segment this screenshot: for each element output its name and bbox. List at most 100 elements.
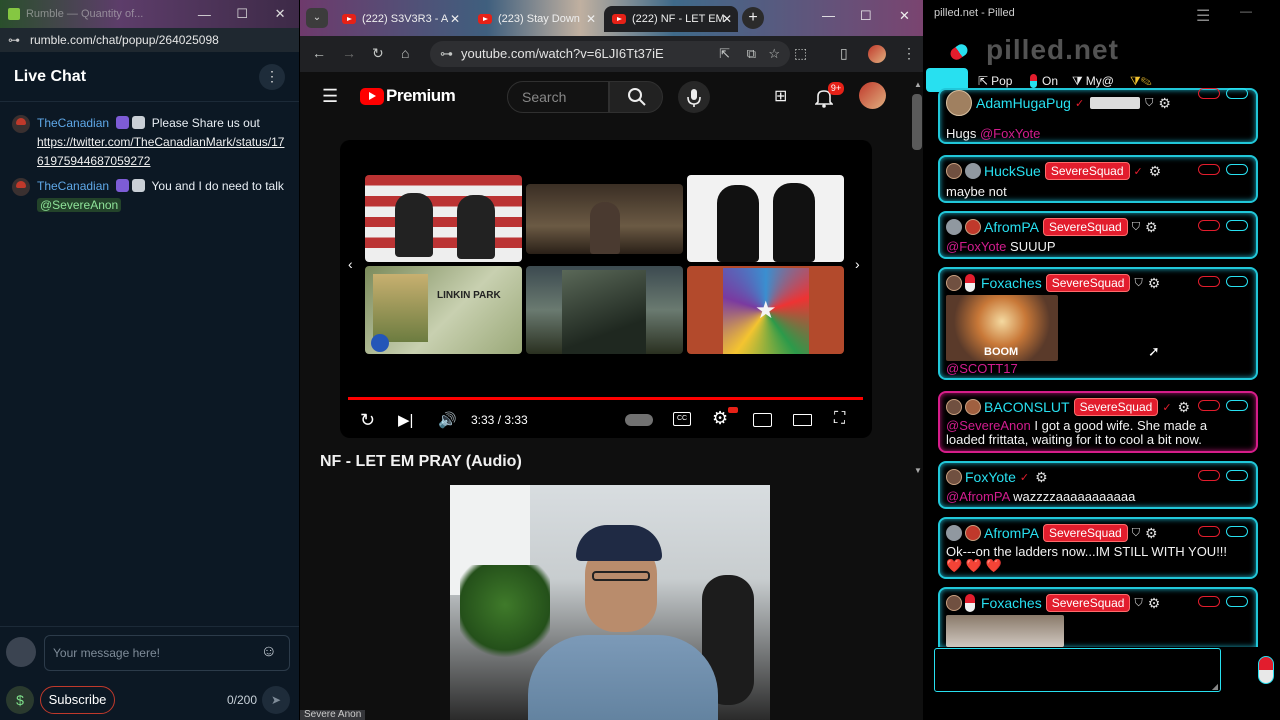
blue-pill-button[interactable] [1226, 470, 1248, 481]
username[interactable]: TheCanadian [37, 179, 109, 193]
close-button[interactable]: ✕ [261, 6, 299, 22]
close-tab-icon[interactable]: ✕ [586, 12, 596, 26]
maximize-button[interactable]: ☐ [223, 6, 261, 22]
account-avatar[interactable] [859, 82, 886, 109]
profile-avatar[interactable] [868, 45, 886, 63]
avatar[interactable] [12, 178, 30, 196]
blue-pill-button[interactable] [1226, 596, 1248, 607]
pilled-menu-icon[interactable]: ☰ [1196, 6, 1210, 26]
endscreen-thumbnail[interactable]: ★ [687, 266, 844, 354]
gear-icon[interactable]: ⚙ [1149, 163, 1162, 180]
avatar[interactable] [946, 469, 962, 485]
extensions-icon[interactable]: ⬚ [794, 45, 807, 62]
avatar[interactable] [965, 163, 981, 179]
next-video-icon[interactable]: ▶| [398, 411, 413, 429]
blue-pill-button[interactable] [1226, 400, 1248, 411]
video-player[interactable]: ‹ › LINKIN PARK ★ ↻ ▶| 🔊 3:33 / 3:33 CC … [340, 140, 872, 438]
open-in-app-icon[interactable]: ⇱ [719, 41, 730, 67]
red-pill-button[interactable] [1198, 400, 1220, 411]
pill-send-button[interactable] [1258, 656, 1274, 684]
cast-icon[interactable]: ⧉ [747, 41, 756, 67]
miniplayer-icon[interactable] [753, 413, 772, 427]
captions-icon[interactable]: CC [673, 412, 691, 426]
blue-pill-button[interactable] [1226, 526, 1248, 537]
tab[interactable]: (222) S3V3R3 - A ✕ [334, 6, 466, 32]
username[interactable]: BACONSLUT [984, 399, 1070, 415]
endscreen-thumbnail[interactable] [526, 266, 683, 354]
gear-icon[interactable]: ⚙ [1148, 595, 1161, 612]
emoji-icon[interactable]: ☺ [261, 643, 277, 661]
avatar[interactable] [946, 219, 962, 235]
autoplay-toggle[interactable] [625, 414, 653, 426]
avatar[interactable] [946, 275, 962, 291]
message-input[interactable]: Your message here! ☺ [44, 635, 290, 671]
chat-menu-button[interactable]: ⋮ [259, 63, 285, 90]
username[interactable]: Foxaches [981, 275, 1042, 291]
red-pill-button[interactable] [1198, 276, 1220, 287]
home-icon[interactable]: ⌂ [401, 45, 409, 61]
endscreen-thumbnail[interactable] [687, 175, 844, 262]
address-bar[interactable]: ⊶ youtube.com/watch?v=6LJI6Tt37iE ⇱ ⧉ ☆ [430, 41, 790, 67]
red-pill-button[interactable] [1198, 164, 1220, 175]
avatar[interactable] [965, 525, 981, 541]
mention[interactable]: @SevereAnon [37, 198, 122, 212]
tab-search-button[interactable]: ⌄ [306, 8, 328, 28]
gif-image[interactable] [946, 615, 1064, 647]
theater-mode-icon[interactable] [793, 414, 812, 426]
mention[interactable]: @SevereAnon [946, 418, 1031, 433]
replay-icon[interactable]: ↻ [360, 410, 375, 431]
red-pill-button[interactable] [1198, 88, 1220, 99]
gear-icon[interactable]: ⚙ [1158, 95, 1171, 112]
blue-pill-button[interactable] [1226, 164, 1248, 175]
progress-bar[interactable] [348, 397, 863, 400]
red-pill-button[interactable] [1198, 220, 1220, 231]
tab[interactable]: (223) Stay Down ✕ [470, 6, 602, 32]
hamburger-menu-icon[interactable]: ☰ [322, 86, 338, 107]
minimize-button[interactable]: — [822, 8, 835, 23]
username[interactable]: TheCanadian [37, 116, 109, 130]
avatar[interactable] [946, 90, 972, 116]
close-tab-icon[interactable]: ✕ [722, 12, 732, 26]
side-panel-icon[interactable]: ▯ [840, 45, 848, 62]
pilled-message-input[interactable]: ◢ [934, 648, 1221, 692]
gif-image[interactable]: BOOM [946, 295, 1058, 361]
endscreen-prev-icon[interactable]: ‹ [348, 256, 353, 272]
message-link[interactable]: https://twitter.com/TheCanadianMark/stat… [37, 135, 284, 168]
new-tab-button[interactable]: + [742, 7, 764, 29]
pill-avatar-icon[interactable] [965, 594, 975, 612]
blue-pill-button[interactable] [1226, 276, 1248, 287]
gear-icon[interactable]: ⚙ [1178, 399, 1191, 416]
gear-icon[interactable]: ⚙ [1145, 525, 1158, 542]
site-info-icon[interactable]: ⊶ [440, 41, 453, 67]
send-button[interactable]: ➤ [262, 686, 290, 714]
search-input[interactable]: Search [507, 81, 609, 113]
username[interactable]: HuckSue [984, 163, 1041, 179]
voice-search-button[interactable] [678, 81, 710, 113]
gear-icon[interactable]: ⚙ [1145, 219, 1158, 236]
minimize-button[interactable]: — [185, 7, 223, 22]
scroll-thumb[interactable] [912, 94, 922, 150]
mention[interactable]: @SCOTT17 [946, 361, 1018, 376]
avatar[interactable] [12, 115, 30, 133]
forward-icon[interactable]: → [342, 45, 356, 61]
rumble-urlbar[interactable]: ⊶ rumble.com/chat/popup/264025098 [0, 28, 299, 52]
chrome-menu-icon[interactable]: ⋮ [902, 45, 916, 62]
endscreen-thumbnail[interactable] [526, 184, 683, 254]
username[interactable]: AdamHugaPug [976, 95, 1071, 111]
red-pill-button[interactable] [1198, 470, 1220, 481]
avatar[interactable] [946, 525, 962, 541]
settings-gear-icon[interactable]: ⚙ [712, 408, 728, 429]
youtube-logo[interactable]: Premium [360, 86, 456, 106]
blue-pill-button[interactable] [1226, 88, 1248, 99]
avatar[interactable] [946, 399, 962, 415]
username[interactable]: AfromPA [984, 525, 1039, 541]
avatar[interactable] [946, 163, 962, 179]
volume-icon[interactable]: 🔊 [438, 411, 457, 429]
username[interactable]: Foxaches [981, 595, 1042, 611]
username[interactable]: AfromPA [984, 219, 1039, 235]
mention[interactable]: @FoxYote [946, 239, 1006, 254]
endscreen-thumbnail[interactable] [365, 175, 522, 262]
user-avatar[interactable] [6, 637, 36, 667]
back-icon[interactable]: ← [312, 45, 326, 61]
site-settings-icon[interactable]: ⊶ [8, 33, 20, 47]
